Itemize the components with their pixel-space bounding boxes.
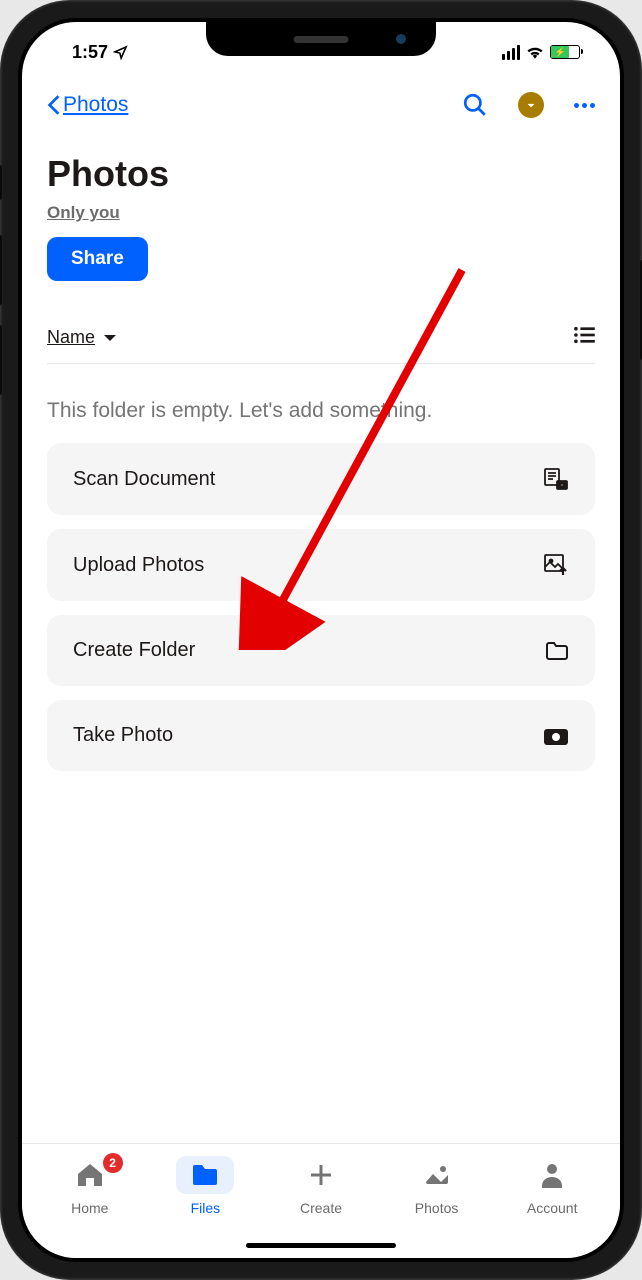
scan-document-icon (543, 467, 569, 491)
empty-message: This folder is empty. Let's add somethin… (47, 364, 595, 443)
sort-label: Name (47, 327, 95, 348)
upload-photo-icon (543, 553, 569, 577)
take-photo-action[interactable]: Take Photo (47, 700, 595, 771)
action-label: Create Folder (73, 639, 195, 662)
phone-frame: 1:57 ⚡ Photos (0, 0, 642, 1280)
sharing-status[interactable]: Only you (47, 203, 595, 223)
tab-home[interactable]: 2 Home (32, 1156, 148, 1258)
upload-photos-action[interactable]: Upload Photos (47, 529, 595, 601)
tab-label: Files (191, 1200, 221, 1216)
tab-photos[interactable]: Photos (379, 1156, 495, 1258)
folder-icon (545, 641, 569, 661)
home-badge: 2 (103, 1153, 123, 1173)
home-icon (76, 1162, 104, 1188)
plus-icon (308, 1162, 334, 1188)
chevron-down-icon (103, 333, 117, 343)
tab-label: Account (527, 1200, 578, 1216)
tab-account[interactable]: Account (494, 1156, 610, 1258)
action-label: Take Photo (73, 724, 173, 747)
tab-label: Home (71, 1200, 108, 1216)
wifi-icon (526, 45, 544, 59)
notch (206, 22, 436, 56)
camera-icon (543, 726, 569, 746)
account-avatar[interactable] (518, 92, 544, 118)
create-folder-action[interactable]: Create Folder (47, 615, 595, 686)
nav-bar: Photos (47, 72, 595, 133)
action-label: Upload Photos (73, 554, 204, 577)
page-title: Photos (47, 153, 595, 195)
person-icon (540, 1162, 564, 1188)
location-icon (113, 45, 128, 60)
photo-icon (424, 1164, 450, 1186)
cellular-signal-icon (502, 45, 520, 60)
search-icon (462, 92, 488, 118)
tab-label: Photos (415, 1200, 459, 1216)
back-label: Photos (63, 93, 128, 117)
action-label: Scan Document (73, 468, 215, 491)
more-button[interactable] (574, 103, 595, 108)
home-indicator[interactable] (246, 1243, 396, 1248)
back-button[interactable]: Photos (47, 93, 128, 117)
battery-icon: ⚡ (550, 45, 580, 59)
share-button[interactable]: Share (47, 237, 148, 281)
search-button[interactable] (462, 92, 488, 118)
folder-icon (190, 1163, 220, 1187)
view-toggle-button[interactable] (573, 326, 595, 349)
status-time: 1:57 (72, 42, 108, 63)
tab-label: Create (300, 1200, 342, 1216)
sort-button[interactable]: Name (47, 327, 117, 348)
scan-document-action[interactable]: Scan Document (47, 443, 595, 515)
chevron-left-icon (47, 94, 61, 116)
tab-bar: 2 Home Files Create (22, 1143, 620, 1258)
list-view-icon (573, 326, 595, 344)
